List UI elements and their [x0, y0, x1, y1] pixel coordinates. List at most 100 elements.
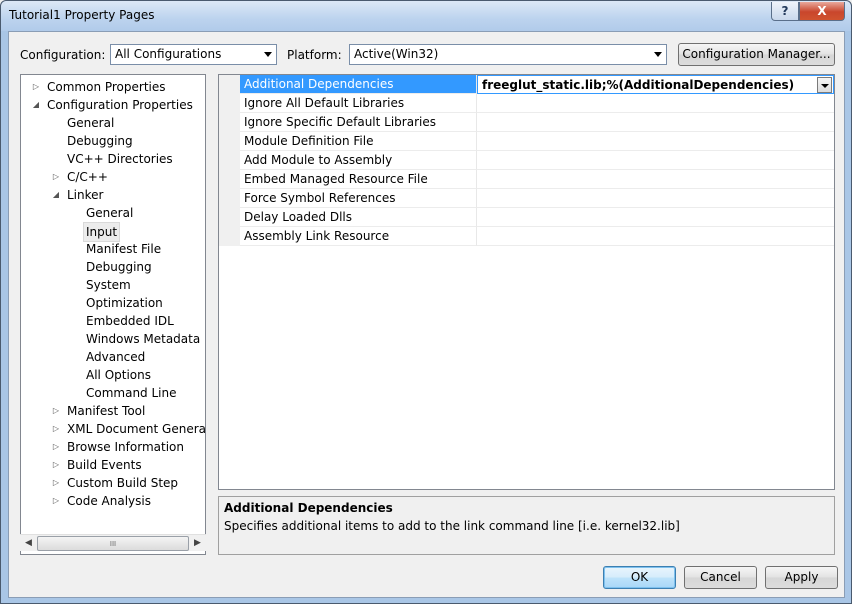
property-name[interactable]: Module Definition File	[240, 132, 477, 151]
configuration-dropdown[interactable]: All Configurations	[110, 44, 277, 65]
tree-item-label: Manifest File	[86, 242, 162, 256]
property-name[interactable]: Assembly Link Resource	[240, 227, 477, 246]
tree-item[interactable]: ▷ C/C++	[21, 168, 205, 186]
scroll-left-icon[interactable]: ◀	[20, 535, 37, 552]
tree-item-label: Common Properties	[47, 80, 166, 94]
expand-arrow-icon[interactable]: ▷	[51, 474, 61, 492]
scroll-right-icon[interactable]: ▶	[189, 535, 206, 552]
property-row[interactable]: Module Definition File	[219, 132, 834, 151]
property-row[interactable]: Add Module to Assembly	[219, 151, 834, 170]
property-name[interactable]: Embed Managed Resource File	[240, 170, 477, 189]
tree-item[interactable]: System	[21, 276, 205, 294]
expand-arrow-icon[interactable]: ▷	[31, 78, 41, 96]
property-name[interactable]: Add Module to Assembly	[240, 151, 477, 170]
tree-item-label: Custom Build Step	[67, 476, 179, 490]
property-name[interactable]: Force Symbol References	[240, 189, 477, 208]
tree-item[interactable]: All Options	[21, 366, 205, 384]
property-value[interactable]	[477, 151, 834, 170]
property-name[interactable]: Ignore All Default Libraries	[240, 94, 477, 113]
tree-item[interactable]: VC++ Directories	[21, 150, 205, 168]
property-value[interactable]	[477, 94, 834, 113]
tree-item[interactable]: ▷ Custom Build Step	[21, 474, 205, 492]
tree-item[interactable]: Optimization	[21, 294, 205, 312]
property-value[interactable]	[477, 189, 834, 208]
expand-arrow-icon[interactable]: ▷	[51, 402, 61, 420]
property-row[interactable]: Ignore All Default Libraries	[219, 94, 834, 113]
tree-item[interactable]: Windows Metadata	[21, 330, 205, 348]
property-row[interactable]: Force Symbol References	[219, 189, 834, 208]
tree-item[interactable]: ◢ Linker	[21, 186, 205, 204]
close-button[interactable]: X	[799, 2, 845, 21]
tree-item[interactable]: ▷ Manifest Tool	[21, 402, 205, 420]
tree-item-label: System	[86, 278, 131, 292]
dialog-client-area: Configuration: All Configurations Platfo…	[8, 31, 845, 598]
property-name[interactable]: Ignore Specific Default Libraries	[240, 113, 477, 132]
property-value[interactable]	[477, 208, 834, 227]
tree-item[interactable]: General	[21, 204, 205, 222]
expand-arrow-icon[interactable]: ▷	[51, 492, 61, 510]
tree-item[interactable]: ▷ Code Analysis	[21, 492, 205, 510]
scroll-thumb[interactable]: III	[37, 536, 189, 551]
row-gutter	[219, 208, 240, 227]
category-tree[interactable]: ▷ Common Properties ◢ Configuration Propert…	[20, 74, 206, 555]
tree-item[interactable]: Advanced	[21, 348, 205, 366]
configuration-manager-button[interactable]: Configuration Manager...	[678, 43, 835, 66]
tree-item[interactable]: Manifest File	[21, 240, 205, 258]
tree-item-label: Optimization	[86, 296, 163, 310]
property-name[interactable]: Additional Dependencies	[240, 75, 477, 94]
tree-item[interactable]: ▷ Common Properties	[21, 78, 205, 96]
tree-item[interactable]: Embedded IDL	[21, 312, 205, 330]
expand-arrow-icon[interactable]: ▷	[51, 438, 61, 456]
property-value[interactable]: freeglut_static.lib;%(AdditionalDependen…	[477, 75, 834, 94]
tree-item-label: Advanced	[86, 350, 146, 364]
property-value[interactable]	[477, 227, 834, 246]
collapse-arrow-icon[interactable]: ◢	[51, 186, 61, 204]
cancel-button[interactable]: Cancel	[684, 566, 757, 589]
property-grid[interactable]: Additional Dependencies freeglut_static.l…	[218, 74, 835, 490]
property-row[interactable]: Embed Managed Resource File	[219, 170, 834, 189]
tree-item-label: Linker	[67, 188, 104, 202]
tree-horizontal-scrollbar[interactable]: ◀ III ▶	[20, 534, 206, 551]
platform-value: Active(Win32)	[354, 47, 439, 61]
property-name[interactable]: Delay Loaded Dlls	[240, 208, 477, 227]
tree-item-label: XML Document Generator	[67, 422, 206, 436]
tree-item[interactable]: Debugging	[21, 132, 205, 150]
property-row[interactable]: Ignore Specific Default Libraries	[219, 113, 834, 132]
row-gutter	[219, 132, 240, 151]
property-value[interactable]	[477, 113, 834, 132]
property-row[interactable]: Delay Loaded Dlls	[219, 208, 834, 227]
expand-arrow-icon[interactable]: ▷	[51, 168, 61, 186]
tree-item-label: Configuration Properties	[47, 98, 193, 112]
title-bar[interactable]: Tutorial1 Property Pages ? X	[1, 1, 851, 31]
tree-item-label: Input	[83, 222, 121, 242]
property-value[interactable]	[477, 170, 834, 189]
platform-dropdown[interactable]: Active(Win32)	[349, 44, 667, 65]
expand-arrow-icon[interactable]: ▷	[51, 420, 61, 438]
tree-item[interactable]: General	[21, 114, 205, 132]
collapse-arrow-icon[interactable]: ◢	[31, 96, 41, 114]
tree-item[interactable]: ▷ Browse Information	[21, 438, 205, 456]
help-button[interactable]: ?	[771, 2, 799, 21]
tree-item[interactable]: Input	[21, 222, 205, 242]
property-row[interactable]: Additional Dependencies freeglut_static.l…	[219, 75, 834, 94]
property-value[interactable]	[477, 132, 834, 151]
tree-item[interactable]: Command Line	[21, 384, 205, 402]
row-gutter	[219, 227, 240, 246]
description-title: Additional Dependencies	[224, 501, 393, 515]
window-title: Tutorial1 Property Pages	[9, 8, 155, 22]
tree-item-label: General	[67, 116, 115, 130]
ok-button[interactable]: OK	[603, 566, 676, 589]
tree-item[interactable]: ▷ Build Events	[21, 456, 205, 474]
tree-item[interactable]: Debugging	[21, 258, 205, 276]
chevron-down-icon	[264, 52, 272, 57]
configuration-value: All Configurations	[115, 47, 222, 61]
tree-item-label: All Options	[86, 368, 151, 382]
tree-item[interactable]: ▷ XML Document Generator	[21, 420, 205, 438]
expand-arrow-icon[interactable]: ▷	[51, 456, 61, 474]
value-dropdown-icon[interactable]	[817, 77, 832, 93]
row-gutter	[219, 189, 240, 208]
apply-button[interactable]: Apply	[765, 566, 838, 589]
row-gutter	[219, 75, 240, 94]
property-row[interactable]: Assembly Link Resource	[219, 227, 834, 246]
tree-item[interactable]: ◢ Configuration Properties	[21, 96, 205, 114]
